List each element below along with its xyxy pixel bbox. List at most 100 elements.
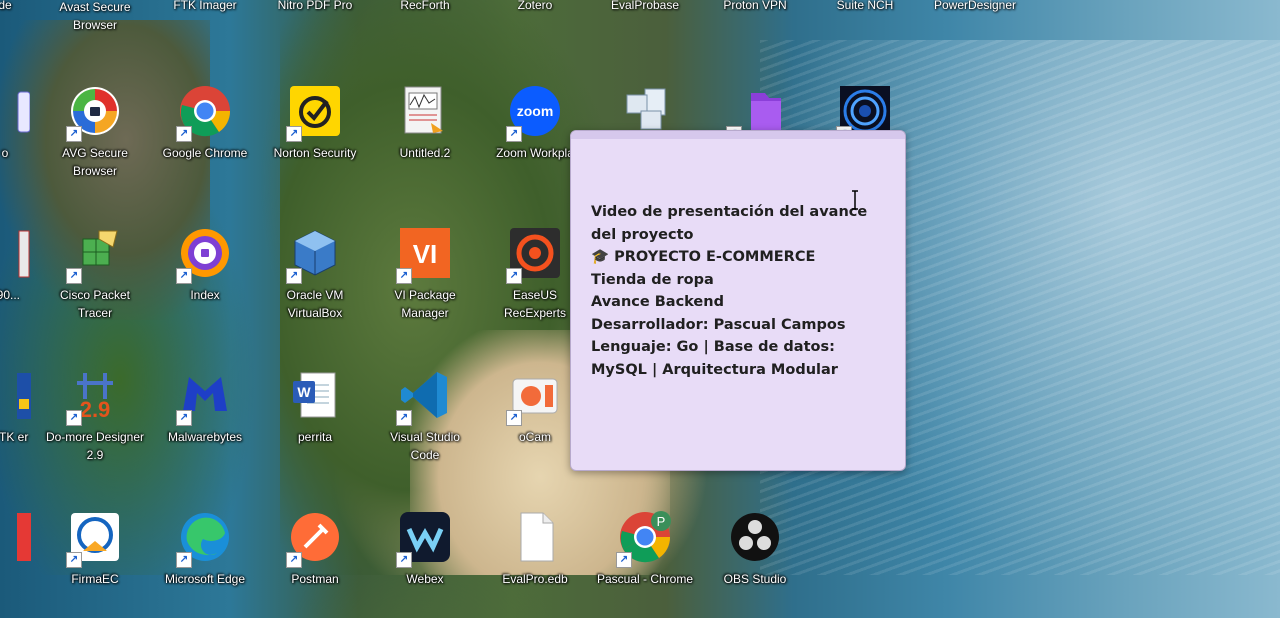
app-icon xyxy=(0,226,32,280)
desktop-icon-label: perrita xyxy=(297,430,332,444)
desktop-icon-label: Norton Security xyxy=(273,146,357,160)
desktop-icon-label: Oracle VM VirtualBox xyxy=(286,288,344,320)
desktop-icon-label: Pascual - Chrome xyxy=(596,572,694,586)
do-more-designer-icon: 2.9 ↗ xyxy=(66,368,122,426)
desktop-icon-label: FirmaEC xyxy=(71,572,119,586)
shortcut-arrow-icon: ↗ xyxy=(286,126,302,142)
firmaec-icon: ↗ xyxy=(66,510,122,568)
shortcut-arrow-icon: ↗ xyxy=(66,410,82,426)
chrome-icon: ↗ xyxy=(176,84,232,142)
desktop-icon-webex[interactable]: ↗ Webex xyxy=(375,508,475,618)
desktop-icon-index[interactable]: ↗ Index xyxy=(155,224,255,334)
word-document-icon: W xyxy=(288,368,342,422)
desktop-icon-label: Postman xyxy=(291,572,339,586)
desktop-icon-vi-package-manager[interactable]: VI ↗ VI Package Manager xyxy=(375,224,475,334)
desktop-icon-label[interactable]: Proton VPN xyxy=(705,0,805,12)
desktop-icon-label[interactable]: Zotero xyxy=(485,0,585,12)
norton-icon: ↗ xyxy=(286,84,342,142)
desktop-icon-label: Index xyxy=(190,288,220,302)
text-cursor-icon xyxy=(852,190,858,210)
shortcut-arrow-icon: ↗ xyxy=(506,410,522,426)
chrome-profile-icon: P ↗ xyxy=(616,510,672,568)
desktop-icon-firmaec[interactable]: ↗ FirmaEC xyxy=(45,508,145,618)
vscode-icon: ↗ xyxy=(396,368,452,426)
desktop-icon-virtualbox[interactable]: ↗ Oracle VM VirtualBox xyxy=(265,224,365,334)
index-browser-icon: ↗ xyxy=(176,226,232,284)
desktop-icon-perrita[interactable]: W perrita xyxy=(265,366,365,476)
desktop-icon-label[interactable]: Suite NCH xyxy=(815,0,915,12)
document-chart-icon xyxy=(398,84,452,138)
desktop-icon-label: OBS Studio xyxy=(723,572,787,586)
postman-icon: ↗ xyxy=(286,510,342,568)
svg-text:P: P xyxy=(657,514,666,529)
cisco-packet-tracer-icon: ↗ xyxy=(66,226,122,284)
svg-text:2.9: 2.9 xyxy=(80,397,111,421)
note-line: Tienda de ropa xyxy=(591,271,714,288)
shortcut-arrow-icon: ↗ xyxy=(506,268,522,284)
desktop-icon-cisco-packet-tracer[interactable]: ↗ Cisco Packet Tracer xyxy=(45,224,145,334)
ftk-icon xyxy=(0,368,32,422)
desktop-icon-label: Cisco Packet Tracer xyxy=(59,288,131,320)
desktop-icon-norton-security[interactable]: ↗ Norton Security xyxy=(265,82,365,192)
shortcut-arrow-icon: ↗ xyxy=(616,552,632,568)
sticky-note-text[interactable]: Video de presentación del avance del pro… xyxy=(591,201,891,381)
svg-text:VI: VI xyxy=(413,239,438,269)
desktop-icon-label[interactable]: FTK Imager xyxy=(155,0,255,12)
desktop-icon-label[interactable]: Avast Secure Browser xyxy=(45,0,145,34)
shortcut-arrow-icon: ↗ xyxy=(176,268,192,284)
desktop-icon-label: Microsoft Edge xyxy=(164,572,246,586)
desktop-icon-microsoft-edge[interactable]: ↗ Microsoft Edge xyxy=(155,508,255,618)
desktop-icon-postman[interactable]: ↗ Postman xyxy=(265,508,365,618)
shortcut-arrow-icon: ↗ xyxy=(396,552,412,568)
desktop-icon-label: Untitled.2 xyxy=(399,146,451,160)
desktop-icon-label: Webex xyxy=(406,572,444,586)
virtualbox-icon: ↗ xyxy=(286,226,342,284)
zoom-icon: zoom ↗ xyxy=(506,84,562,142)
desktop-icon-google-chrome[interactable]: ↗ Google Chrome xyxy=(155,82,255,192)
obs-icon xyxy=(728,510,782,564)
shortcut-arrow-icon: ↗ xyxy=(396,268,412,284)
desktop-icon-label[interactable]: RecForth xyxy=(375,0,475,12)
svg-text:zoom: zoom xyxy=(517,103,554,119)
shortcut-arrow-icon: ↗ xyxy=(176,410,192,426)
desktop-icon-do-more-designer[interactable]: 2.9 ↗ Do-more Designer 2.9 xyxy=(45,366,145,476)
desktop-icon-label: Malwarebytes xyxy=(167,430,243,444)
red-app-icon xyxy=(0,510,32,564)
ocam-icon: ↗ xyxy=(506,368,562,426)
desktop-icon-obs-studio[interactable]: OBS Studio xyxy=(705,508,805,618)
note-line: Avance Backend xyxy=(591,294,724,310)
desktop-icon-label[interactable]: PowerDesigner xyxy=(925,0,1025,12)
malwarebytes-icon: ↗ xyxy=(176,368,232,426)
easeus-recexperts-icon: ↗ xyxy=(506,226,562,284)
sticky-note-header[interactable] xyxy=(571,131,905,139)
desktop-icon-avg-secure-browser[interactable]: ↗ AVG Secure Browser xyxy=(45,82,145,192)
blank-file-icon xyxy=(508,510,562,564)
shortcut-arrow-icon: ↗ xyxy=(506,126,522,142)
desktop-icon-label: EvalPro.edb xyxy=(502,572,568,586)
webex-icon: ↗ xyxy=(396,510,452,568)
desktop-icon-label: VI Package Manager xyxy=(394,288,456,320)
desktop-icon-label[interactable]: Nitro PDF Pro xyxy=(265,0,365,12)
desktop-icon-malwarebytes[interactable]: ↗ Malwarebytes xyxy=(155,366,255,476)
note-line: 🎓 PROYECTO E-COMMERCE xyxy=(591,249,816,265)
desktop-icon-label[interactable]: EvalProbase xyxy=(595,0,695,12)
desktop-icon-pascual-chrome[interactable]: P ↗ Pascual - Chrome xyxy=(595,508,695,618)
note-line: Lenguaje: Go | Base de datos: MySQL | Ar… xyxy=(591,339,838,378)
sticky-note[interactable]: Video de presentación del avance del pro… xyxy=(570,130,906,471)
desktop-icon-untitled[interactable]: Untitled.2 xyxy=(375,82,475,192)
desktop-icon-label: Visual Studio Code xyxy=(390,430,460,462)
note-line: Video de presentación del avance del pro… xyxy=(591,204,868,243)
shortcut-arrow-icon: ↗ xyxy=(66,268,82,284)
shortcut-arrow-icon: ↗ xyxy=(396,410,412,426)
avg-secure-browser-icon: ↗ xyxy=(66,84,122,142)
note-line: Desarrollador: Pascual Campos xyxy=(591,316,846,333)
app-icon xyxy=(0,84,32,138)
shortcut-arrow-icon: ↗ xyxy=(286,552,302,568)
shortcut-arrow-icon: ↗ xyxy=(176,126,192,142)
desktop-icon-visual-studio-code[interactable]: ↗ Visual Studio Code xyxy=(375,366,475,476)
edge-icon: ↗ xyxy=(176,510,232,568)
shortcut-arrow-icon: ↗ xyxy=(176,552,192,568)
desktop-icon-label: Google Chrome xyxy=(162,146,248,160)
vi-package-manager-icon: VI ↗ xyxy=(396,226,452,284)
desktop-icon-evalpro-edb[interactable]: EvalPro.edb xyxy=(485,508,585,618)
